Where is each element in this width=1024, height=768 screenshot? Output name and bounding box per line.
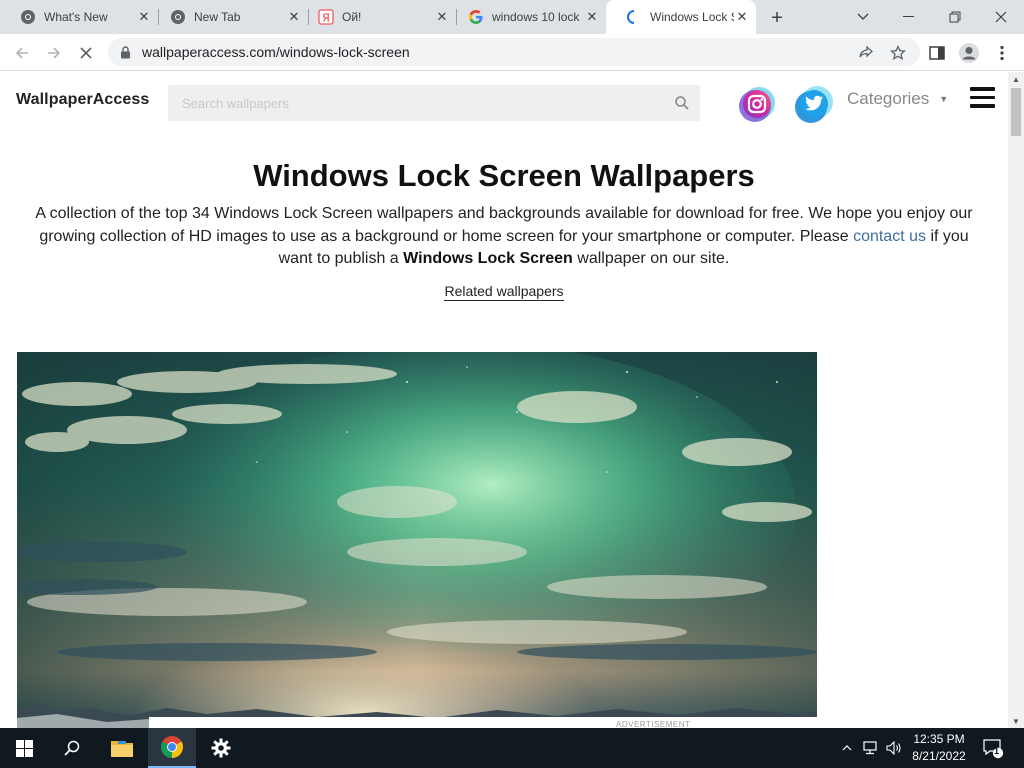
chrome-icon <box>20 9 36 25</box>
web-page: WallpaperAccess Categories ▼ Windows Loc… <box>0 72 1008 728</box>
gear-icon <box>211 738 231 758</box>
start-button[interactable] <box>0 728 48 768</box>
action-center-button[interactable]: 1 <box>980 728 1006 768</box>
stop-loading-button[interactable] <box>73 40 99 66</box>
clock-date: 8/21/2022 <box>912 749 966 763</box>
site-logo[interactable]: WallpaperAccess <box>16 91 149 109</box>
folder-icon <box>111 741 133 757</box>
windows-logo-icon <box>15 739 33 757</box>
windows-taskbar: 12:35 PM 8/21/2022 1 <box>0 728 1024 768</box>
tab-strip: What's New ✕ New Tab ✕ Я Ой! ✕ windows 1… <box>0 0 1024 34</box>
url-text: wallpaperaccess.com/windows-lock-screen <box>142 44 410 60</box>
related-wallpapers: Related wallpapers <box>0 283 1008 301</box>
page-description: A collection of the top 34 Windows Lock … <box>30 203 978 271</box>
system-clock[interactable]: 12:35 PM 8/21/2022 <box>906 731 972 765</box>
minimize-button[interactable] <box>886 0 932 34</box>
taskbar-search-button[interactable] <box>48 728 96 768</box>
hamburger-menu-icon[interactable] <box>970 87 996 109</box>
file-explorer-button[interactable] <box>98 728 146 768</box>
search-input[interactable] <box>168 85 648 121</box>
tab-whats-new[interactable]: What's New ✕ <box>0 0 158 34</box>
chevron-up-icon <box>842 745 852 751</box>
kebab-menu-icon <box>1000 45 1004 61</box>
star-icon[interactable] <box>888 43 908 63</box>
tab-windows-lock-screen[interactable]: Windows Lock S ✕ <box>606 0 756 34</box>
tab-title: New Tab <box>194 10 241 24</box>
search-icon <box>64 740 80 756</box>
tab-title: Windows Lock S <box>650 10 734 24</box>
side-panel-button[interactable] <box>924 40 950 66</box>
search-icon[interactable] <box>674 95 690 111</box>
arrow-right-icon <box>48 47 61 59</box>
chrome-menu-button[interactable] <box>989 40 1015 66</box>
page-scrollbar[interactable]: ▲ ▼ <box>1008 72 1024 728</box>
svg-text:Я: Я <box>322 12 330 25</box>
network-icon[interactable] <box>860 728 882 768</box>
back-button[interactable] <box>9 40 35 66</box>
chrome-icon <box>161 736 183 758</box>
tab-title: Ой! <box>342 10 362 24</box>
close-icon <box>995 11 1007 23</box>
close-icon <box>80 47 92 59</box>
tab-title: windows 10 lock <box>492 10 580 24</box>
restore-icon <box>949 11 961 23</box>
categories-dropdown[interactable]: Categories ▼ <box>847 89 948 109</box>
tab-google-search[interactable]: windows 10 lock ✕ <box>448 0 606 34</box>
close-icon[interactable]: ✕ <box>734 9 750 25</box>
caret-down-icon: ▼ <box>939 94 949 104</box>
notification-count: 1 <box>994 746 1000 756</box>
tab-yandex[interactable]: Я Ой! ✕ <box>298 0 456 34</box>
browser-toolbar: wallpaperaccess.com/windows-lock-screen <box>0 34 1024 71</box>
chrome-taskbar-button[interactable] <box>148 728 196 768</box>
close-icon[interactable]: ✕ <box>584 9 600 25</box>
clock-time: 12:35 PM <box>913 732 965 746</box>
advertisement-banner[interactable] <box>149 717 1008 728</box>
tab-new-tab[interactable]: New Tab ✕ <box>150 0 308 34</box>
instagram-icon[interactable] <box>735 83 779 127</box>
new-tab-button[interactable]: + <box>766 7 788 29</box>
settings-taskbar-button[interactable] <box>197 728 245 768</box>
categories-label: Categories <box>847 89 930 108</box>
contact-us-link[interactable]: contact us <box>853 228 926 245</box>
avatar-icon <box>959 43 979 63</box>
notification-icon <box>983 739 1004 759</box>
scrollbar-thumb[interactable] <box>1011 88 1021 136</box>
scroll-up-arrow[interactable]: ▲ <box>1008 72 1024 86</box>
tab-search-button[interactable] <box>840 0 886 34</box>
description-text: A collection of the top 34 Windows Lock … <box>35 205 973 245</box>
address-bar[interactable]: wallpaperaccess.com/windows-lock-screen <box>108 38 920 66</box>
related-wallpapers-link[interactable]: Related wallpapers <box>444 283 564 301</box>
google-icon <box>468 9 484 25</box>
page-title: Windows Lock Screen Wallpapers <box>253 158 755 193</box>
yandex-icon: Я <box>318 9 334 25</box>
chrome-icon <box>170 9 186 25</box>
chevron-down-icon <box>857 13 869 20</box>
side-panel-icon <box>929 46 945 60</box>
forward-button[interactable] <box>41 40 67 66</box>
loading-spinner-icon <box>626 9 642 25</box>
advertisement-label: ADVERTISEMENT <box>616 720 691 728</box>
share-icon[interactable] <box>856 43 876 63</box>
show-hidden-icons-button[interactable] <box>838 728 856 768</box>
scroll-down-arrow[interactable]: ▼ <box>1008 714 1024 728</box>
arrow-left-icon <box>15 47 28 59</box>
description-bold-text: Windows Lock Screen <box>403 250 573 267</box>
lock-icon <box>120 45 132 59</box>
search-box <box>168 85 700 121</box>
wallpaper-image[interactable] <box>17 352 817 728</box>
minimize-icon <box>903 16 914 17</box>
restore-button[interactable] <box>932 0 978 34</box>
volume-icon[interactable] <box>884 728 904 768</box>
close-window-button[interactable] <box>978 0 1024 34</box>
description-text: wallpaper on our site. <box>572 250 730 267</box>
twitter-icon[interactable] <box>792 83 836 127</box>
tab-title: What's New <box>44 10 108 24</box>
profile-button[interactable] <box>956 40 982 66</box>
